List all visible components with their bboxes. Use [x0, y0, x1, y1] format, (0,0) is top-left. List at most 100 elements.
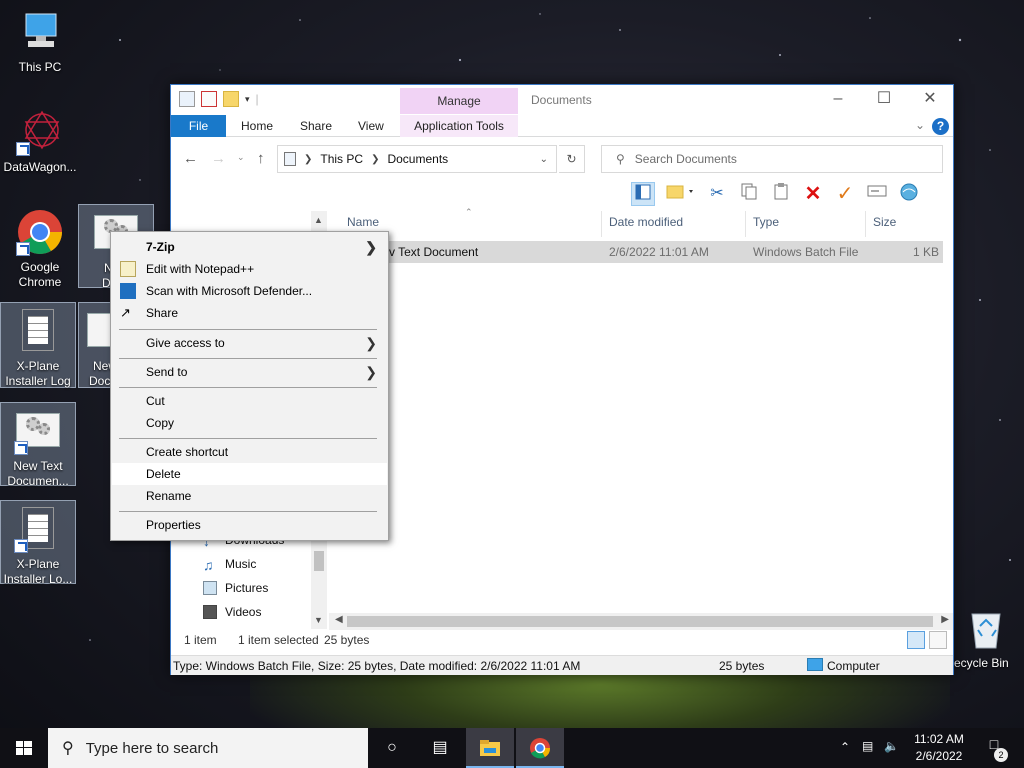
scroll-left-icon[interactable]: ◀ — [335, 614, 343, 625]
menu-item-edit-with-notepad[interactable]: Edit with Notepad++ — [112, 258, 387, 280]
menu-item-7zip[interactable]: 7-Zip ❯ — [112, 236, 387, 258]
address-dropdown-icon[interactable]: ⌄ — [540, 154, 548, 165]
menu-item-share[interactable]: ↗ Share — [112, 302, 387, 324]
menu-item-properties[interactable]: Properties — [112, 514, 387, 536]
desktop-icon-label: DataWagon... — [3, 160, 77, 174]
rename-icon[interactable] — [865, 182, 889, 206]
file-explorer-taskbar-icon[interactable] — [466, 728, 514, 768]
scrollbar-thumb[interactable] — [347, 616, 933, 627]
tab-manage[interactable]: Manage — [400, 88, 518, 114]
search-input[interactable]: ⚲ Search Documents — [601, 145, 943, 173]
menu-item-create-shortcut[interactable]: Create shortcut — [112, 441, 387, 463]
menu-item-send-to[interactable]: Send to ❯ — [112, 361, 387, 383]
menu-item-cut[interactable]: Cut — [112, 390, 387, 412]
menu-item-label: Copy — [146, 416, 175, 430]
action-center-icon[interactable]: □ 2 — [982, 736, 1008, 762]
show-hidden-icons-chevron-icon[interactable]: ⌃ — [840, 740, 850, 754]
details-view-icon[interactable] — [907, 631, 925, 649]
desktop-icon-this-pc[interactable]: This PC — [2, 4, 78, 75]
desktop-icon-xplane-installer-log[interactable]: X-Plane Installer Log — [0, 302, 76, 388]
network-icon[interactable]: ▤ — [862, 739, 873, 753]
shortcut-arrow-icon — [16, 242, 30, 256]
music-icon: ♫ — [203, 557, 214, 573]
view-toggle — [907, 631, 947, 649]
cut-icon[interactable]: ✂ — [705, 182, 729, 206]
nav-item-music[interactable]: ♫ Music — [203, 557, 256, 573]
taskbar-search-input[interactable]: ⚲ Type here to search — [48, 728, 368, 768]
preview-pane-icon[interactable] — [631, 182, 655, 206]
datawagon-icon — [16, 108, 64, 156]
checkbox-icon[interactable] — [201, 91, 217, 107]
recent-locations-chevron-icon[interactable]: ⌄ — [237, 152, 245, 163]
desktop-icon-label: X-Plane — [16, 557, 60, 571]
desktop-icon-xplane-installer-log-shortcut[interactable]: X-Plane Installer Lo... — [0, 500, 76, 586]
taskbar-clock[interactable]: 11:02 AM 2/6/2022 — [900, 731, 978, 765]
shortcut-arrow-icon — [16, 142, 30, 156]
volume-muted-icon[interactable]: 🔈 — [884, 739, 899, 753]
breadcrumb-this-pc[interactable]: This PC — [320, 152, 363, 166]
minimize-button[interactable]: – — [815, 85, 861, 115]
menu-item-label: 7-Zip — [146, 240, 175, 254]
desktop-icon-datawagon[interactable]: DataWagon... — [2, 104, 78, 175]
properties-icon[interactable] — [179, 91, 195, 107]
desktop-icon-new-doc-partial[interactable]: New Doc — [78, 302, 112, 388]
tab-file[interactable]: File — [171, 115, 226, 137]
desktop-icon-google-chrome[interactable]: Google Chrome — [2, 204, 78, 290]
menu-item-rename[interactable]: Rename — [112, 485, 387, 507]
horizontal-scrollbar[interactable]: ◀ ▶ — [329, 613, 953, 630]
desktop-icon-label: Installer Log — [5, 374, 71, 388]
column-header-size[interactable]: Size — [873, 215, 896, 229]
menu-item-scan-with-defender[interactable]: Scan with Microsoft Defender... — [112, 280, 387, 302]
menu-item-delete[interactable]: Delete — [112, 463, 387, 485]
chevron-down-icon[interactable]: ▾ — [245, 94, 250, 105]
column-header-name[interactable]: Name — [347, 215, 379, 229]
back-arrow-icon[interactable]: ← — [183, 150, 198, 167]
copy-icon[interactable] — [737, 182, 761, 206]
submenu-arrow-icon: ❯ — [365, 335, 377, 351]
menu-item-give-access-to[interactable]: Give access to ❯ — [112, 332, 387, 354]
expand-ribbon-icon[interactable]: ⌄ — [915, 118, 925, 132]
globe-icon[interactable] — [897, 182, 921, 206]
scroll-right-icon[interactable]: ▶ — [941, 614, 949, 625]
large-icons-view-icon[interactable] — [929, 631, 947, 649]
sort-ascending-icon: ⌃ — [465, 207, 473, 217]
desktop-icon-new-text-document[interactable]: New Text Documen... — [0, 402, 76, 488]
file-type: Windows Batch File — [753, 245, 859, 259]
column-header-type[interactable]: Type — [753, 215, 779, 229]
scrollbar-thumb[interactable] — [314, 551, 324, 571]
desktop-icon-recycle-bin[interactable]: ecycle Bin — [948, 600, 1024, 671]
task-view-icon[interactable]: ▤ — [416, 728, 464, 768]
delete-icon[interactable]: ✕ — [801, 182, 825, 206]
menu-separator — [119, 358, 377, 359]
nav-item-pictures[interactable]: Pictures — [203, 581, 268, 595]
maximize-button[interactable]: ☐ — [861, 85, 907, 115]
new-folder-icon[interactable] — [663, 182, 697, 206]
refresh-icon[interactable]: ↻ — [559, 145, 585, 173]
help-button[interactable]: ? — [932, 118, 949, 135]
new-folder-icon[interactable] — [223, 91, 239, 107]
address-bar[interactable]: ❯ This PC ❯ Documents ⌄ — [277, 145, 557, 173]
tab-view[interactable]: View — [346, 115, 396, 137]
file-date-modified: 2/6/2022 11:01 AM — [609, 245, 709, 259]
up-arrow-icon[interactable]: ↑ — [257, 150, 265, 167]
desktop-icon-label: Installer Lo... — [3, 572, 73, 586]
submenu-arrow-icon: ❯ — [365, 239, 377, 255]
table-row[interactable]: v Text Document 2/6/2022 11:01 AM Window… — [339, 241, 943, 263]
close-button[interactable]: ✕ — [907, 85, 953, 115]
menu-item-copy[interactable]: Copy — [112, 412, 387, 434]
search-icon: ⚲ — [616, 152, 625, 166]
scroll-up-icon[interactable]: ▲ — [314, 215, 323, 225]
column-header-date-modified[interactable]: Date modified — [609, 215, 683, 229]
start-button[interactable] — [0, 728, 48, 768]
tab-home[interactable]: Home — [229, 115, 285, 137]
tab-application-tools[interactable]: Application Tools — [400, 115, 518, 137]
chrome-taskbar-icon[interactable] — [516, 728, 564, 768]
checkmark-icon[interactable]: ✓ — [833, 182, 857, 206]
scroll-down-icon[interactable]: ▼ — [314, 615, 323, 625]
cortana-icon[interactable]: ○ — [368, 728, 416, 768]
tab-share[interactable]: Share — [288, 115, 344, 137]
forward-arrow-icon[interactable]: → — [211, 150, 226, 167]
breadcrumb-documents[interactable]: Documents — [387, 152, 448, 166]
nav-item-videos[interactable]: Videos — [203, 605, 261, 619]
paste-icon[interactable] — [769, 182, 793, 206]
